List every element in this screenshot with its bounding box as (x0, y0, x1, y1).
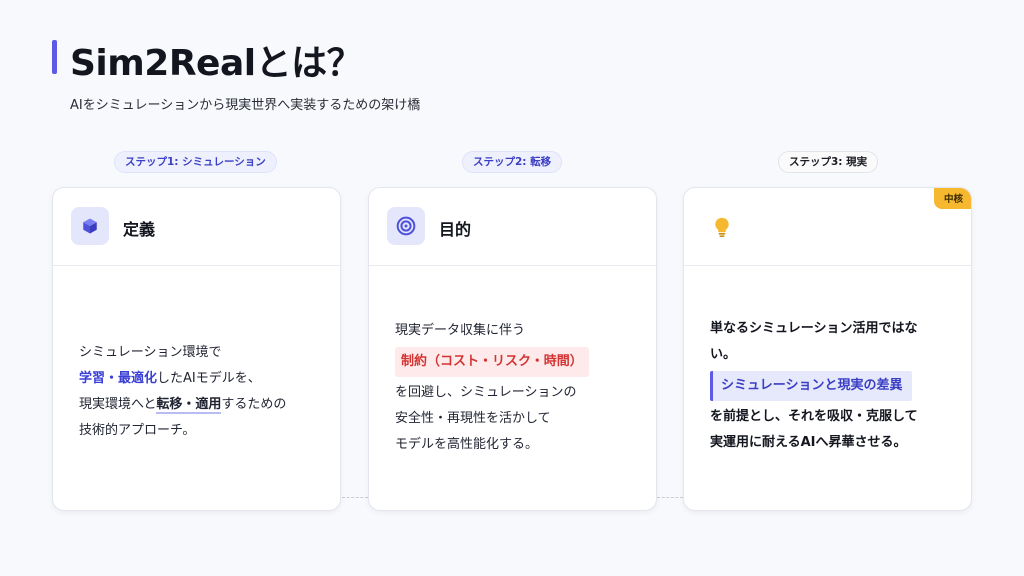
body-line: 現実データ収集に伴う (395, 323, 526, 338)
connector-line (657, 497, 683, 498)
card-header (684, 188, 971, 266)
constraint-highlight: 制約（コスト・リスク・時間） (395, 347, 589, 377)
card-purpose: 目的 現実データ収集に伴う 制約（コスト・リスク・時間） を回避し、シミュレーシ… (368, 187, 657, 511)
body-line: シミュレーションと現実の差異 (710, 368, 953, 404)
step-pill-reality: ステップ3: 現実 (778, 151, 879, 173)
body-text: するための (221, 397, 287, 412)
body-text: したAIモデルを、 (157, 371, 261, 386)
body-line: 単なるシミュレーション活用ではな (710, 321, 918, 336)
card-body: 単なるシミュレーション活用ではな い。 シミュレーションと現実の差異 を前提とし… (710, 316, 953, 456)
card-header: 目的 (369, 188, 656, 266)
body-line: を回避し、シミュレーションの (395, 385, 577, 400)
step-pill-simulation: ステップ1: シミュレーション (114, 151, 277, 173)
card-title: 目的 (439, 220, 472, 239)
body-line: を前提とし、それを吸収・克服して (710, 409, 918, 424)
body-line: 学習・最適化したAIモデルを、 (79, 366, 322, 392)
body-line: 現実環境へと転移・適用するための (79, 392, 322, 418)
body-text: 現実環境へと (79, 397, 157, 412)
card-header: 定義 (53, 188, 340, 266)
body-line: 安全性・再現性を活かして (395, 411, 551, 426)
body-line: 制約（コスト・リスク・時間） (395, 344, 638, 380)
card-definition: 定義 シミュレーション環境で 学習・最適化したAIモデルを、 現実環境へと転移・… (52, 187, 341, 511)
target-icon (387, 207, 425, 245)
body-line: 実運用に耐えるAIへ昇華させる。 (710, 435, 907, 450)
body-line: い。 (710, 347, 737, 362)
card-title: 定義 (123, 220, 156, 239)
cube-icon (71, 207, 109, 245)
highlight-text: 学習・最適化 (79, 371, 158, 386)
step-pill-transfer: ステップ2: 転移 (462, 151, 563, 173)
connector-line (342, 497, 368, 498)
lightbulb-icon (710, 215, 734, 239)
page-title: Sim2Realとは？ (70, 43, 363, 84)
card-body: 現実データ収集に伴う 制約（コスト・リスク・時間） を回避し、シミュレーションの… (395, 318, 638, 458)
gap-highlight: シミュレーションと現実の差異 (710, 371, 913, 401)
page-subtitle: AIをシミュレーションから現実世界へ実装するための架け橋 (70, 98, 421, 113)
underlined-text: 転移・適用 (156, 397, 222, 414)
body-line: シミュレーション環境で (79, 345, 222, 360)
card-body: シミュレーション環境で 学習・最適化したAIモデルを、 現実環境へと転移・適用す… (79, 340, 322, 444)
body-line: モデルを高性能化する。 (395, 437, 539, 452)
title-accent-bar (52, 40, 57, 74)
card-core: 中核 単なるシミュレーション活用ではな い。 シミュレーションと現実の差異 を前… (683, 187, 972, 511)
body-line: 技術的アプローチ。 (79, 423, 196, 438)
